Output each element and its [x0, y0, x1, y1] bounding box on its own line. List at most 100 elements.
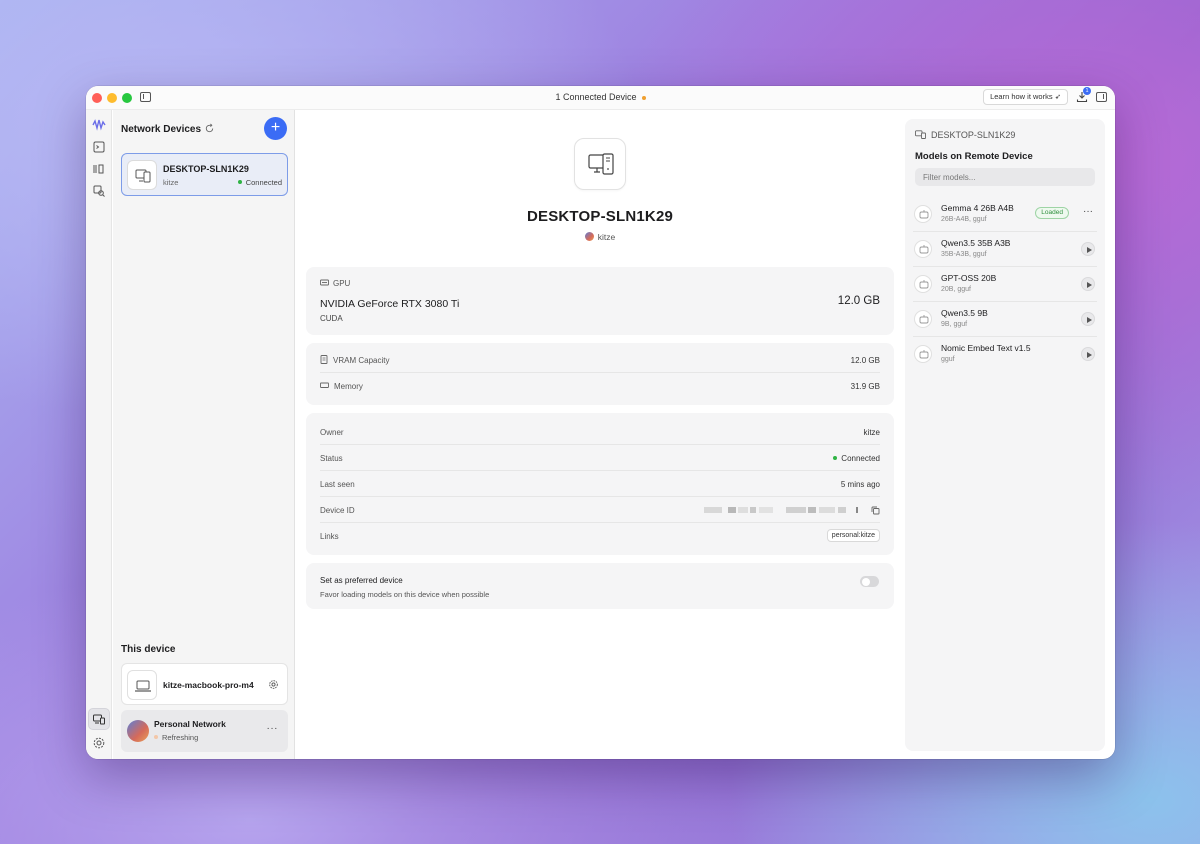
gpu-section-text: GPU: [333, 279, 351, 288]
device-id-label: Device ID: [320, 506, 355, 515]
model-meta: 26B-A4B, gguf: [941, 216, 987, 223]
vram-label: VRAM Capacity: [320, 355, 390, 365]
model-item-gpt-oss-20b[interactable]: GPT-OSS 20B 20B, gguf: [913, 267, 1097, 302]
loaded-badge: Loaded: [1035, 207, 1069, 219]
status-row: Status Connected: [320, 445, 880, 471]
this-device-name: kitze-macbook-pro-m4: [163, 680, 254, 690]
load-model-play-icon[interactable]: [1081, 312, 1095, 326]
model-item-qwen3-5-35b[interactable]: Qwen3.5 35B A3B 35B-A3B, gguf: [913, 232, 1097, 267]
last-seen-value: 5 mins ago: [840, 480, 880, 489]
device-name: DESKTOP-SLN1K29: [163, 164, 249, 174]
owner-row: Owner kitze: [320, 419, 880, 445]
device-hero-icon: [574, 138, 626, 190]
device-status: Connected: [237, 178, 282, 187]
devices-icon[interactable]: [92, 712, 106, 726]
gpu-memory: 12.0 GB: [837, 295, 880, 307]
preferred-title: Set as preferred device: [320, 576, 403, 585]
model-meta: 20B, gguf: [941, 286, 971, 293]
model-meta: 9B, gguf: [941, 321, 968, 328]
model-item-nomic-embed[interactable]: Nomic Embed Text v1.5 gguf: [913, 337, 1097, 372]
owner-avatar: [584, 232, 594, 242]
model-robot-icon: [914, 205, 932, 223]
gpu-name: NVIDIA GeForce RTX 3080 Ti: [320, 298, 460, 310]
load-model-play-icon[interactable]: [1081, 347, 1095, 361]
last-seen-label: Last seen: [320, 480, 355, 489]
gpu-section-label: GPU: [320, 279, 350, 288]
learn-how-it-works-button[interactable]: Learn how it works ➶: [983, 89, 1068, 105]
gpu-card: GPU NVIDIA GeForce RTX 3080 Ti CUDA 12.0…: [306, 267, 894, 335]
connected-dot-icon: [237, 180, 242, 185]
device-list-item[interactable]: DESKTOP-SLN1K29 kitze Connected: [121, 153, 288, 196]
app-logo-icon[interactable]: [92, 118, 106, 132]
owner-name: kitze: [597, 232, 616, 242]
learn-label: Learn how it works: [990, 92, 1053, 101]
remote-host: DESKTOP-SLN1K29: [915, 130, 1015, 140]
status-dot-icon: [641, 95, 646, 100]
model-name: GPT-OSS 20B: [941, 273, 997, 283]
device-settings-gear-icon[interactable]: [268, 679, 279, 690]
add-device-button[interactable]: +: [264, 117, 287, 140]
download-badge: 1: [1083, 87, 1091, 95]
preferred-device-toggle[interactable]: [860, 576, 879, 587]
model-robot-icon: [914, 345, 932, 363]
titlebar: 1 Connected Device Learn how it works ➶ …: [86, 86, 1115, 110]
device-detail: DESKTOP-SLN1K29 kitze GPU NVIDIA GeForce…: [296, 110, 904, 759]
remote-models-title: Models on Remote Device: [915, 151, 1033, 162]
terminal-icon[interactable]: [92, 140, 106, 154]
memory-icon: [320, 382, 329, 389]
gpu-backend: CUDA: [320, 314, 343, 323]
model-item-gemma-4[interactable]: Gemma 4 26B A4B 26B-A4B, gguf Loaded ···: [913, 197, 1097, 232]
links-label: Links: [320, 532, 339, 541]
load-model-play-icon[interactable]: [1081, 242, 1095, 256]
status-value: Connected: [833, 454, 880, 463]
network-avatar: [127, 720, 149, 742]
refresh-icon[interactable]: [204, 123, 215, 134]
preferred-device-card: Set as preferred device Favor loading mo…: [306, 563, 894, 609]
remote-device-icon: [915, 130, 926, 140]
device-user: kitze: [163, 178, 179, 187]
model-name: Nomic Embed Text v1.5: [941, 343, 1031, 353]
remote-host-name: DESKTOP-SLN1K29: [931, 130, 1016, 140]
device-status-text: Connected: [245, 178, 282, 187]
vram-label-text: VRAM Capacity: [333, 356, 390, 365]
model-robot-icon: [914, 240, 932, 258]
memory-label-text: Memory: [334, 382, 363, 391]
owner-value: kitze: [863, 428, 880, 437]
gpu-icon: [320, 279, 329, 286]
settings-gear-icon[interactable]: [92, 736, 106, 750]
network-status-text: Refreshing: [162, 733, 199, 742]
device-id-redacted: [704, 507, 858, 513]
network-name: Personal Network: [154, 719, 226, 729]
model-robot-icon: [914, 310, 932, 328]
device-owner: kitze: [296, 232, 904, 242]
memory-row: Memory 31.9 GB: [320, 373, 880, 399]
network-card[interactable]: Personal Network Refreshing ···: [121, 710, 288, 752]
window-title-text: 1 Connected Device: [555, 92, 637, 102]
vram-value: 12.0 GB: [850, 356, 880, 365]
load-model-play-icon[interactable]: [1081, 277, 1095, 291]
model-name: Gemma 4 26B A4B: [941, 203, 1014, 213]
status-label: Status: [320, 454, 343, 463]
owner-label: Owner: [320, 428, 344, 437]
link-pill[interactable]: personal:kitze: [826, 529, 880, 542]
laptop-icon: [127, 670, 157, 700]
model-search-icon[interactable]: [92, 184, 106, 198]
app-window: 1 Connected Device Learn how it works ➶ …: [86, 86, 1115, 759]
filter-models-input[interactable]: [915, 168, 1095, 186]
network-status: Refreshing: [154, 733, 198, 742]
memory-value: 31.9 GB: [850, 382, 880, 391]
copy-icon[interactable]: [871, 506, 880, 515]
model-item-qwen3-5-9b[interactable]: Qwen3.5 9B 9B, gguf: [913, 302, 1097, 337]
model-name: Qwen3.5 9B: [941, 308, 988, 318]
model-robot-icon: [914, 275, 932, 293]
status-connected-dot-icon: [833, 455, 838, 460]
this-device-title: This device: [121, 644, 176, 655]
this-device-card[interactable]: kitze-macbook-pro-m4: [121, 663, 288, 705]
network-more-button[interactable]: ···: [267, 723, 279, 734]
right-panel-toggle-icon[interactable]: [1096, 92, 1107, 102]
icon-rail: [86, 110, 112, 759]
model-more-button[interactable]: ···: [1083, 206, 1093, 217]
last-seen-row: Last seen 5 mins ago: [320, 471, 880, 497]
rocket-icon: ➶: [1054, 92, 1061, 101]
library-icon[interactable]: [92, 162, 106, 176]
